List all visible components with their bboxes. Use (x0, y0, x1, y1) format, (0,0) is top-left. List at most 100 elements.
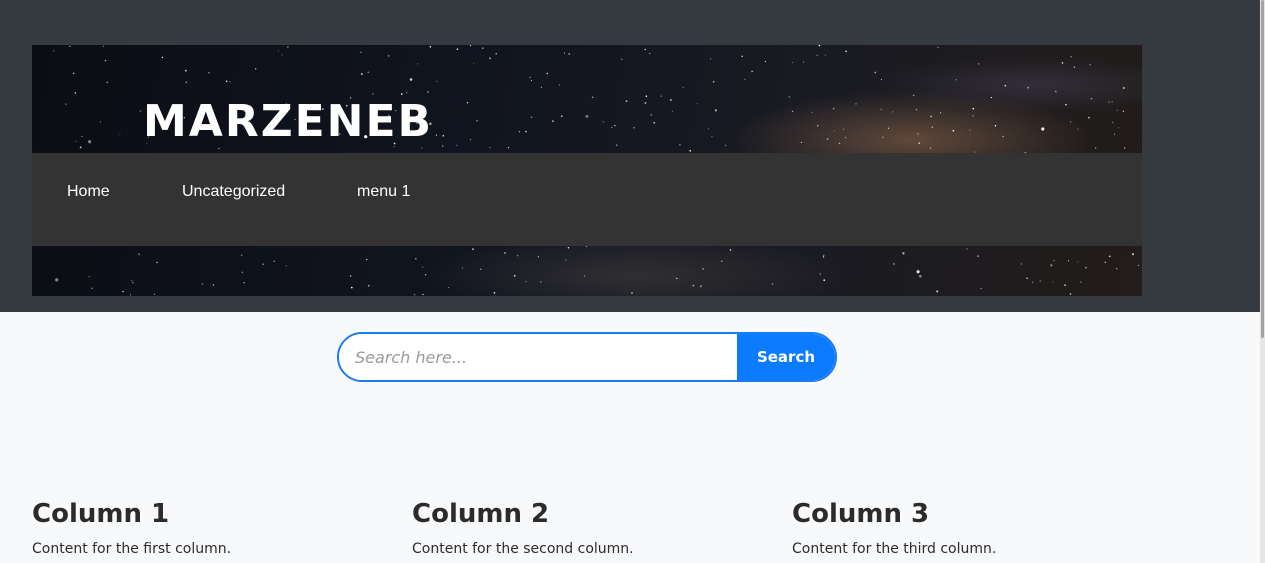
star (360, 51, 362, 53)
star (156, 261, 158, 264)
star (119, 133, 121, 135)
star (88, 140, 92, 144)
star (442, 145, 444, 147)
star (826, 138, 829, 140)
star (818, 45, 821, 47)
star (482, 47, 484, 49)
star (552, 120, 554, 122)
star (660, 95, 663, 97)
star (645, 95, 648, 97)
star (1073, 66, 1076, 68)
star (692, 284, 695, 287)
star (525, 280, 527, 283)
star (644, 48, 646, 51)
star (565, 259, 567, 261)
star (822, 254, 825, 257)
star (929, 147, 932, 149)
star (915, 108, 918, 111)
star (1053, 259, 1055, 262)
nav-item-uncategorized[interactable]: Uncategorized (182, 183, 285, 201)
star (1116, 268, 1118, 270)
star (602, 121, 604, 123)
star (1088, 116, 1090, 119)
star (139, 110, 142, 112)
column-1-title: Column 1 (32, 499, 170, 529)
star (819, 273, 821, 275)
star (448, 287, 450, 289)
star (751, 70, 753, 73)
star (952, 129, 955, 132)
star (1111, 121, 1114, 124)
star (937, 46, 939, 48)
star (918, 274, 922, 278)
star (823, 279, 826, 282)
star (132, 281, 134, 284)
star (530, 116, 533, 119)
star (469, 45, 472, 47)
star (400, 93, 403, 95)
star (1077, 261, 1079, 263)
star (99, 121, 102, 123)
star (583, 275, 586, 277)
star (994, 124, 997, 127)
star (122, 290, 124, 293)
star (699, 285, 702, 288)
star (567, 246, 570, 249)
star (611, 126, 613, 129)
column-2-text: Content for the second column. (412, 541, 634, 557)
search-button[interactable]: Search (737, 334, 835, 380)
site-title[interactable]: MARZENEB (143, 97, 433, 147)
star (940, 112, 942, 114)
star (456, 144, 458, 146)
star (1111, 101, 1113, 103)
star (1070, 55, 1072, 58)
star (65, 103, 67, 105)
star (366, 258, 368, 261)
nav-item-menu-1[interactable]: menu 1 (357, 183, 410, 201)
star (1067, 260, 1070, 262)
star (1052, 281, 1054, 283)
star (184, 69, 187, 72)
star (540, 86, 542, 88)
star (1069, 293, 1072, 295)
star (185, 81, 187, 83)
star (729, 249, 732, 251)
star (102, 45, 105, 48)
star (241, 271, 243, 273)
star (845, 50, 847, 53)
star (563, 52, 565, 54)
star (493, 292, 496, 294)
page-scrollbar-thumb[interactable] (1261, 0, 1264, 338)
column-2-title: Column 2 (412, 499, 550, 529)
star (255, 68, 257, 70)
star (540, 280, 542, 283)
nav-item-home[interactable]: Home (67, 183, 110, 201)
star (489, 146, 491, 149)
star (285, 265, 287, 267)
star (887, 127, 890, 129)
star (414, 257, 417, 260)
column-1: Column 1 Content for the first column. (32, 497, 372, 558)
main-navbar: Home Uncategorized menu 1 (32, 153, 1142, 246)
search-input[interactable] (339, 334, 737, 380)
star (714, 109, 718, 112)
star (456, 48, 459, 50)
star (470, 139, 472, 141)
star (1064, 284, 1066, 286)
star (504, 252, 506, 254)
star (816, 54, 818, 56)
star (537, 256, 539, 258)
star (893, 263, 895, 265)
star (822, 256, 825, 258)
star (816, 125, 819, 127)
star (930, 115, 932, 118)
star (711, 135, 713, 138)
star (436, 80, 438, 82)
star (1116, 109, 1119, 112)
star (1104, 261, 1107, 263)
star (55, 278, 59, 282)
star (1095, 147, 1097, 149)
star (916, 270, 920, 274)
star (466, 101, 469, 104)
star (350, 286, 353, 289)
